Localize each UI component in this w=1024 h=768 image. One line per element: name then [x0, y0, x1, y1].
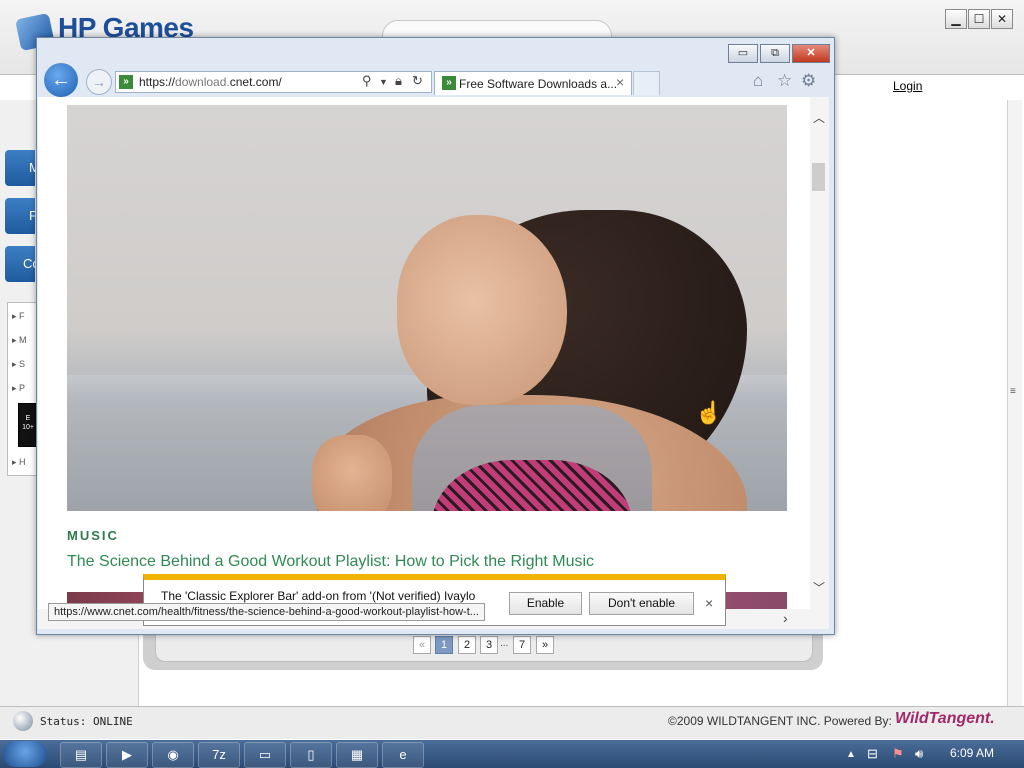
notification-close-button[interactable]: × [705, 595, 713, 611]
url-scheme: https:// [139, 75, 176, 89]
taskbar-explorer-icon[interactable]: ▤ [60, 742, 102, 768]
esrb-rating-badge: E 10+ [18, 403, 38, 447]
login-link[interactable]: Login [893, 79, 922, 93]
forward-arrow-icon: → [92, 74, 106, 90]
pager-next-button[interactable]: » [536, 636, 554, 654]
pager-page-3[interactable]: 3 [480, 636, 498, 654]
hp-minimize-button[interactable]: ▁ [945, 9, 967, 29]
pager-page-1[interactable]: 1 [435, 636, 453, 654]
back-arrow-icon: ← [51, 69, 71, 91]
hand-cursor-icon: ☝ [695, 400, 723, 425]
list-item[interactable]: ▸ S [12, 359, 25, 370]
forward-button[interactable]: → [86, 69, 112, 95]
search-icon[interactable]: ⚲ [362, 73, 372, 89]
copyright-text: ©2009 WILDTANGENT INC. Powered By: [668, 714, 892, 728]
ie-vertical-scrollbar[interactable]: ︿ ﹀ [810, 97, 829, 609]
dont-enable-button[interactable]: Don't enable [589, 592, 694, 615]
online-status-icon [13, 711, 33, 731]
tab-close-button[interactable]: × [616, 74, 624, 90]
url-domain: cnet.com/ [229, 75, 282, 89]
taskbar-clock[interactable]: 6:09 AM [950, 746, 994, 760]
scroll-right-icon[interactable]: › [783, 610, 788, 626]
site-favicon-icon: » [119, 75, 133, 89]
tray-network-icon[interactable]: ⊟ [867, 746, 878, 762]
gear-icon[interactable]: ⚙ [801, 71, 816, 91]
pager-page-2[interactable]: 2 [458, 636, 476, 654]
tray-volume-icon[interactable]: 🔊︎ [915, 746, 923, 762]
list-item[interactable]: ▸ M [12, 335, 27, 346]
pager-ellipsis: ... [500, 638, 509, 649]
tray-expand-icon[interactable]: ▲ [846, 749, 856, 760]
taskbar-network-icon[interactable]: ▭ [244, 742, 286, 768]
taskbar-hp-games-icon[interactable]: ▦ [336, 742, 378, 768]
dropdown-arrow-icon[interactable]: ▼ [379, 77, 388, 87]
star-icon[interactable]: ☆ [777, 71, 792, 91]
esrb-label: E 10+ [22, 415, 34, 431]
ie-minimize-button[interactable]: ▭ [728, 44, 758, 63]
hp-maximize-button[interactable]: ☐ [968, 9, 990, 29]
new-tab-button[interactable] [633, 71, 660, 95]
hp-close-button[interactable]: ✕ [991, 9, 1013, 29]
pager-prev-button[interactable]: « [413, 636, 431, 654]
status-text: Status: ONLINE [40, 715, 133, 728]
home-icon[interactable]: ⌂ [753, 71, 763, 91]
nav-tab-2[interactable]: F [5, 198, 37, 234]
article-title-link[interactable]: The Science Behind a Good Workout Playli… [67, 553, 594, 571]
scroll-grip-icon: ≡ [1010, 386, 1016, 397]
wildtangent-logo: WildTangent. [895, 710, 995, 727]
enable-button[interactable]: Enable [509, 592, 582, 615]
refresh-icon[interactable]: ↻ [412, 73, 423, 89]
tray-security-icon[interactable]: ⚑ [892, 746, 904, 762]
tab-favicon-icon: » [442, 76, 456, 90]
hero-fist [312, 435, 392, 511]
back-button[interactable]: ← [44, 63, 78, 97]
nav-tab-1[interactable]: M [5, 150, 40, 186]
address-url[interactable]: https://download.cnet.com/ [139, 75, 282, 89]
link-status-tooltip: https://www.cnet.com/health/fitness/the-… [48, 603, 485, 621]
nav-tab-3[interactable]: Co [5, 246, 40, 282]
scroll-down-icon[interactable]: ﹀ [813, 579, 825, 596]
scroll-thumb[interactable] [812, 163, 825, 191]
taskbar-notepad-icon[interactable]: ▯ [290, 742, 332, 768]
tab-title: Free Software Downloads a... [459, 77, 618, 91]
hp-scrollbar[interactable]: ≡ [1007, 100, 1022, 706]
lock-icon[interactable]: 🔒︎ [395, 73, 402, 89]
list-item[interactable]: ▸ F [12, 311, 25, 322]
hero-face [397, 215, 567, 405]
taskbar-media-player-icon[interactable]: ▶ [106, 742, 148, 768]
ie-close-button[interactable]: ✕ [792, 44, 830, 63]
list-item[interactable]: ▸ P [12, 383, 25, 394]
start-button[interactable] [3, 741, 47, 767]
taskbar-chrome-icon[interactable]: ◉ [152, 742, 194, 768]
ie-restore-button[interactable]: ⧉ [760, 44, 790, 63]
list-item[interactable]: ▸ H [12, 457, 26, 468]
article-hero-image[interactable] [67, 105, 787, 511]
article-category[interactable]: MUSIC [67, 528, 119, 543]
scroll-up-icon[interactable]: ︿ [813, 109, 825, 126]
taskbar-internet-explorer-icon[interactable]: e [382, 742, 424, 768]
pager-page-last[interactable]: 7 [513, 636, 531, 654]
addon-notification-text: The 'Classic Explorer Bar' add-on from '… [161, 589, 476, 603]
taskbar-7zip-icon[interactable]: 7z [198, 742, 240, 768]
url-subdomain: download. [175, 75, 230, 89]
